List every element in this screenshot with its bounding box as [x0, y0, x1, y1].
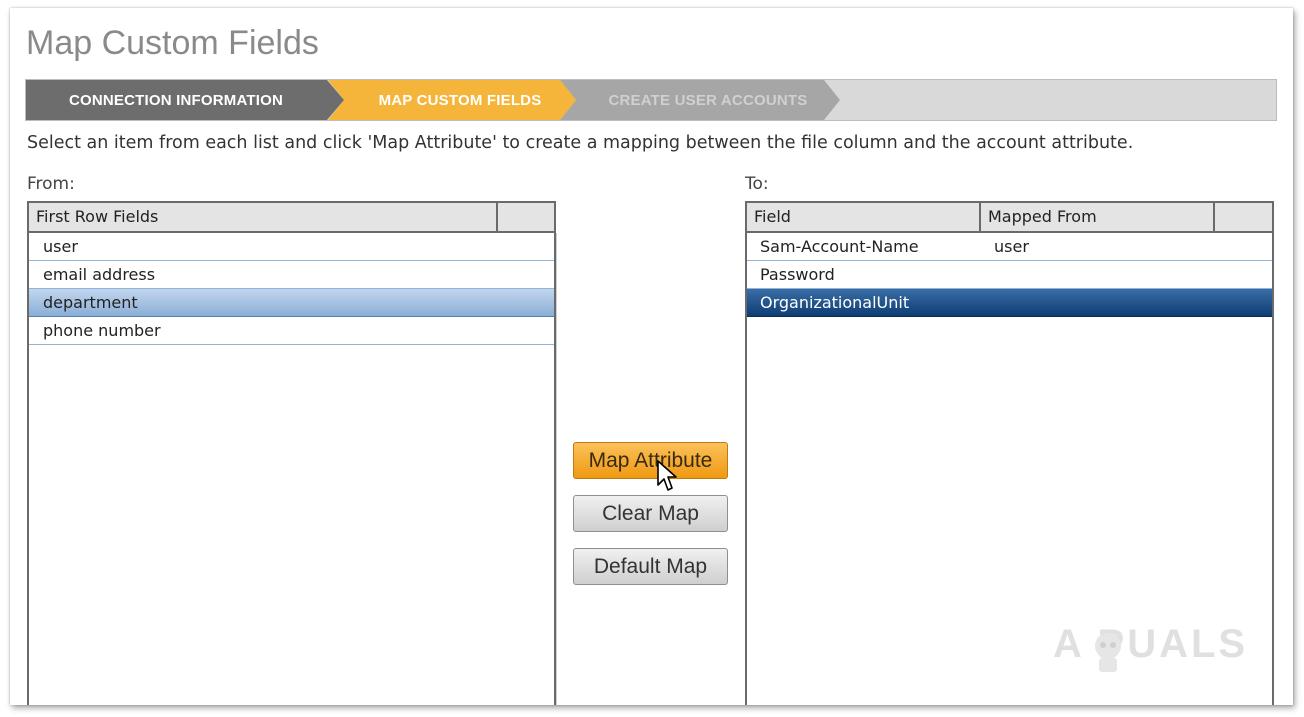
from-list-item[interactable]: email address	[29, 261, 554, 289]
dialog-window: Map Custom Fields CREATE USER ACCOUNTS M…	[10, 8, 1293, 705]
appuals-mascot-icon	[1095, 633, 1121, 672]
from-item-label: email address	[43, 265, 156, 284]
page-title: Map Custom Fields	[26, 24, 319, 62]
map-attribute-button[interactable]: Map Attribute	[573, 442, 728, 479]
to-item-field: OrganizationalUnit	[760, 293, 910, 312]
to-item-field: Password	[760, 265, 835, 284]
wizard-step-connection-information[interactable]: CONNECTION INFORMATION	[26, 80, 344, 120]
wizard-step-create-user-accounts[interactable]: CREATE USER ACCOUNTS	[560, 80, 840, 120]
from-list-header: First Row Fields	[29, 203, 554, 233]
column-header-blank[interactable]	[498, 203, 554, 231]
from-list-item-selected[interactable]: department	[29, 289, 554, 317]
wizard-steps: CREATE USER ACCOUNTS MAP CUSTOM FIELDS C…	[25, 79, 1277, 121]
appuals-watermark: A PUALS	[1053, 622, 1249, 666]
to-item-mapped-from: user	[994, 237, 1029, 256]
to-label: To:	[745, 174, 769, 194]
column-header-first-row-fields[interactable]: First Row Fields	[29, 203, 498, 231]
from-label: From:	[27, 174, 75, 194]
default-map-button[interactable]: Default Map	[573, 548, 728, 585]
clear-map-button[interactable]: Clear Map	[573, 495, 728, 532]
column-header-mapped-from[interactable]: Mapped From	[981, 203, 1215, 231]
list-edge	[556, 233, 557, 705]
from-item-label: phone number	[43, 321, 161, 340]
from-item-label: department	[43, 293, 138, 312]
wizard-step-map-custom-fields[interactable]: MAP CUSTOM FIELDS	[328, 80, 576, 120]
mouse-cursor-icon	[657, 460, 677, 491]
from-item-label: user	[43, 237, 78, 256]
from-list-item[interactable]: phone number	[29, 317, 554, 345]
to-list-item[interactable]: Password	[747, 261, 1272, 289]
instructions-text: Select an item from each list and click …	[27, 133, 1134, 153]
to-list-item[interactable]: Sam-Account-Name user	[747, 233, 1272, 261]
from-list[interactable]: First Row Fields user email address depa…	[27, 201, 557, 705]
to-list-header: Field Mapped From	[747, 203, 1272, 233]
to-item-field: Sam-Account-Name	[760, 237, 919, 256]
from-list-item[interactable]: user	[29, 233, 554, 261]
column-header-field[interactable]: Field	[747, 203, 981, 231]
column-header-blank[interactable]	[1215, 203, 1272, 231]
to-list-item-selected[interactable]: OrganizationalUnit	[747, 289, 1272, 317]
